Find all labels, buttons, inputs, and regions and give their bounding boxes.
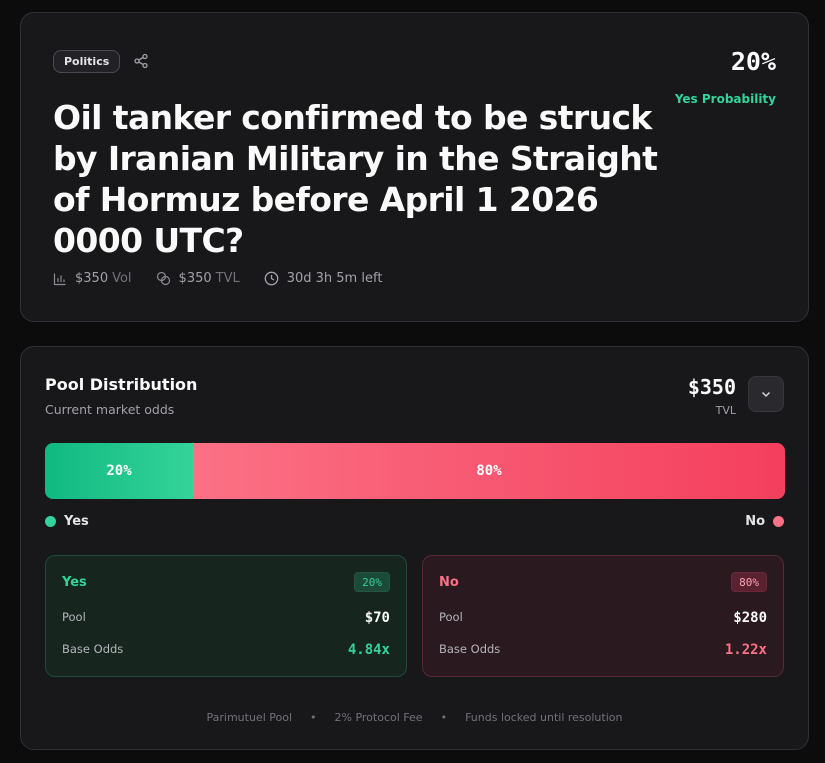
- share-icon[interactable]: [133, 53, 149, 69]
- clock-icon: [264, 271, 279, 286]
- no-side-card[interactable]: No 80% Pool $280 Base Odds 1.22x: [422, 555, 784, 677]
- yes-side-name: Yes: [62, 575, 87, 590]
- pool-title: Pool Distribution: [45, 375, 198, 394]
- legend-yes: Yes: [45, 514, 89, 529]
- pool-footer: Parimutuel Pool • 2% Protocol Fee • Fund…: [21, 711, 808, 724]
- tvl-value: $350: [178, 271, 212, 286]
- market-card: Politics 20% Yes Probability Oil tanker …: [20, 12, 809, 322]
- footer-separator: •: [310, 711, 317, 724]
- expand-button[interactable]: [748, 376, 784, 412]
- volume-label: Vol: [112, 271, 132, 286]
- pool-subtitle: Current market odds: [45, 402, 175, 417]
- legend-no: No: [745, 514, 784, 529]
- no-pool-value: $280: [733, 610, 767, 626]
- no-side-name: No: [439, 575, 459, 590]
- no-odds-value: 1.22x: [724, 642, 767, 658]
- yes-pool-value: $70: [364, 610, 390, 626]
- no-pool-label: Pool: [439, 610, 463, 624]
- distribution-bar-no: 80%: [193, 443, 785, 499]
- yes-side-card[interactable]: Yes 20% Pool $70 Base Odds 4.84x: [45, 555, 407, 677]
- legend-no-label: No: [745, 514, 765, 529]
- bar-chart-icon: [53, 273, 66, 285]
- pool-distribution-card: Pool Distribution Current market odds $3…: [20, 346, 809, 750]
- volume-stat: $350 Vol: [53, 271, 132, 286]
- volume-value: $350: [75, 271, 109, 286]
- yes-pool-label: Pool: [62, 610, 86, 624]
- market-title: Oil tanker confirmed to be struck by Ira…: [53, 98, 658, 260]
- market-stats: $350 Vol $350 TVL 30d 3h 5m left: [53, 271, 406, 286]
- coins-icon: [156, 271, 170, 286]
- legend-yes-label: Yes: [64, 514, 89, 529]
- yes-odds-label: Base Odds: [62, 642, 124, 656]
- footer-item-lock: Funds locked until resolution: [465, 711, 623, 724]
- no-dot-icon: [773, 516, 784, 527]
- footer-item-fee: 2% Protocol Fee: [334, 711, 423, 724]
- footer-item-pool-type: Parimutuel Pool: [206, 711, 293, 724]
- chevron-down-icon: [761, 391, 771, 398]
- no-odds-label: Base Odds: [439, 642, 501, 656]
- yes-dot-icon: [45, 516, 56, 527]
- footer-separator: •: [440, 711, 448, 724]
- pool-tvl-value: $350: [687, 375, 736, 399]
- tvl-stat: $350 TVL: [156, 271, 240, 286]
- time-left: 30d 3h 5m left: [286, 271, 383, 286]
- no-side-pct-badge: 80%: [731, 572, 767, 592]
- pool-tvl-label: TVL: [715, 404, 736, 417]
- category-tag[interactable]: Politics: [53, 50, 121, 73]
- time-stat: 30d 3h 5m left: [264, 271, 383, 286]
- distribution-bar: 20% 80%: [45, 443, 785, 499]
- yes-probability-value: 20%: [730, 47, 776, 76]
- tvl-label: TVL: [215, 271, 240, 286]
- yes-odds-value: 4.84x: [347, 642, 390, 658]
- yes-side-pct-badge: 20%: [354, 572, 390, 592]
- distribution-bar-yes: 20%: [45, 443, 193, 499]
